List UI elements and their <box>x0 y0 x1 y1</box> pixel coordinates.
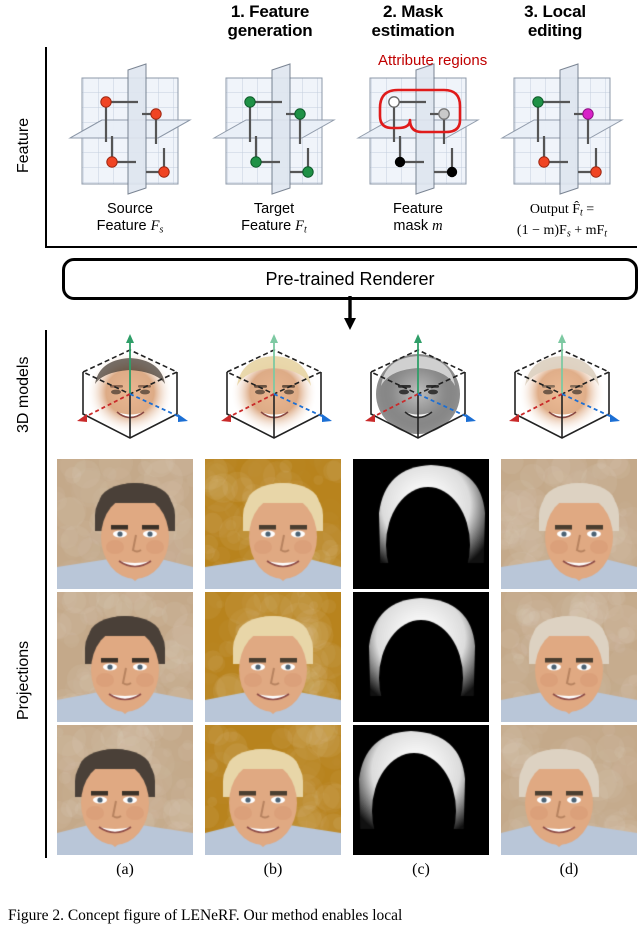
projection-source-left <box>57 459 193 589</box>
sublabel-a: (a) <box>95 861 155 879</box>
triplane-output <box>500 62 624 198</box>
figure-root: 1. Feature generation 2. Mask estimation… <box>0 0 640 936</box>
model-cube-output <box>497 332 627 450</box>
model-cube-mask <box>353 332 483 450</box>
projection-target-right <box>205 725 341 855</box>
caption-source-line2: Feature <box>97 218 151 234</box>
divider-under-feature <box>45 246 637 248</box>
sublabel-d: (d) <box>539 861 599 879</box>
left-rule-models <box>45 330 47 460</box>
caption-output-feature: Output F̂t = (1 − m)Fs + mFt <box>487 201 637 242</box>
projection-output-left <box>501 459 637 589</box>
caption-mask-line1: Feature <box>343 201 493 218</box>
header-local-editing: 3. Local editing <box>490 2 620 40</box>
projection-target-front <box>205 592 341 722</box>
header-feature-generation-line2: generation <box>205 21 335 40</box>
header-mask-estimation: 2. Mask estimation <box>348 2 478 40</box>
projection-mask-left <box>353 459 489 589</box>
caption-output-line2b: + mF <box>571 223 605 238</box>
projection-target-left <box>205 459 341 589</box>
renderer-arrow-down <box>340 296 360 332</box>
triplane-target <box>212 62 336 198</box>
caption-target-sub: t <box>304 225 307 236</box>
caption-target-line2: Feature <box>241 218 295 234</box>
caption-output-line2a: (1 − m)F <box>517 223 567 238</box>
header-feature-generation: 1. Feature generation <box>205 2 335 40</box>
caption-source-sub: s <box>159 225 163 236</box>
caption-target-feature: Target Feature Ft <box>199 201 349 239</box>
row-label-feature: Feature <box>12 70 36 220</box>
caption-target-line1: Target <box>199 201 349 218</box>
triplane-source <box>68 62 192 198</box>
row-label-projections: Projections <box>12 600 36 760</box>
caption-output-sub-t2: t <box>604 228 607 239</box>
projection-output-right <box>501 725 637 855</box>
caption-mask-line2: mask <box>393 218 432 234</box>
triplane-mask <box>356 62 480 198</box>
row-label-3d-models: 3D models <box>12 330 36 460</box>
header-mask-estimation-line1: 2. Mask <box>348 2 478 21</box>
attribute-regions-label: Attribute regions <box>378 52 487 69</box>
projection-mask-front <box>353 592 489 722</box>
model-cube-target <box>209 332 339 450</box>
projection-source-front <box>57 592 193 722</box>
header-mask-estimation-line2: estimation <box>348 21 478 40</box>
figure-caption: Figure 2. Concept figure of LENeRF. Our … <box>8 906 632 925</box>
header-local-editing-line2: editing <box>490 21 620 40</box>
model-cube-source <box>65 332 195 450</box>
caption-output-line1: Output F̂ <box>530 202 580 217</box>
caption-source-feature: Source Feature Fs <box>55 201 205 239</box>
caption-feature-mask: Feature mask m <box>343 201 493 235</box>
left-rule-projections <box>45 460 47 858</box>
caption-target-sym: F <box>295 218 304 234</box>
caption-output-eq: = <box>583 202 594 217</box>
projection-source-right <box>57 725 193 855</box>
pre-trained-renderer-box: Pre-trained Renderer <box>62 258 638 300</box>
pre-trained-renderer-label: Pre-trained Renderer <box>265 269 434 290</box>
header-local-editing-line1: 3. Local <box>490 2 620 21</box>
caption-source-line1: Source <box>55 201 205 218</box>
header-feature-generation-line1: 1. Feature <box>205 2 335 21</box>
sublabel-c: (c) <box>391 861 451 879</box>
projection-output-front <box>501 592 637 722</box>
mask-dot-inside <box>389 97 399 107</box>
sublabel-b: (b) <box>243 861 303 879</box>
projection-mask-right <box>353 725 489 855</box>
caption-mask-sym: m <box>432 218 442 234</box>
left-rule-feature <box>45 47 47 247</box>
